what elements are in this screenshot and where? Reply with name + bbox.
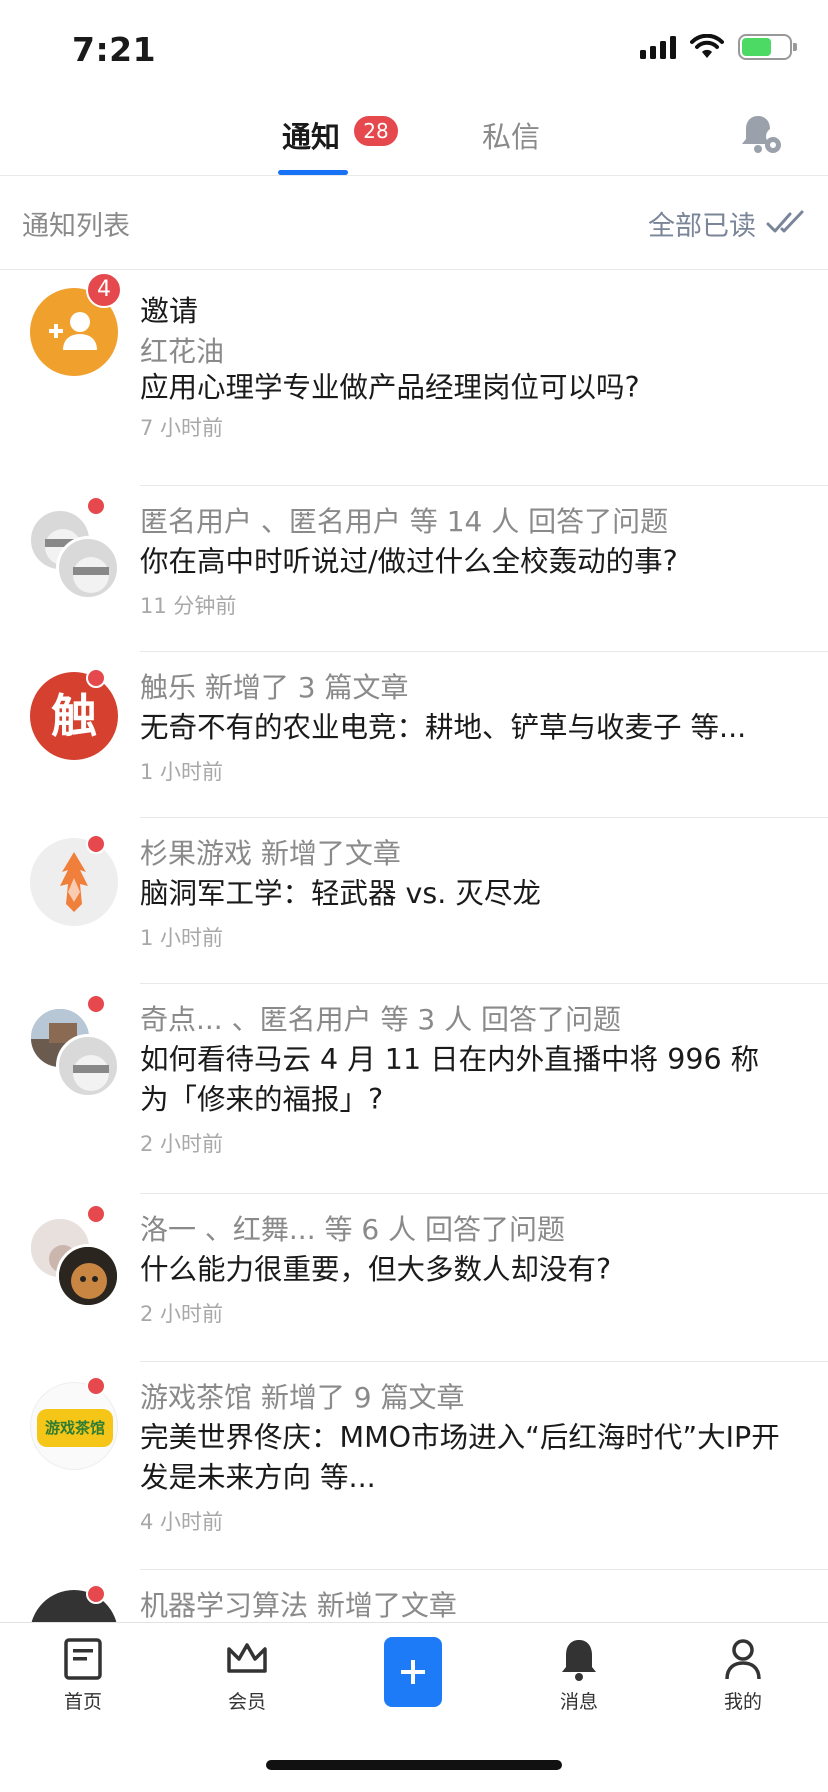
notification-head: 触乐 新增了 3 篇文章 — [140, 671, 409, 704]
list-title: 通知列表 — [22, 211, 130, 242]
notification-body: 你在高中时听说过/做过什么全校轰动的事? — [140, 545, 678, 578]
list-item[interactable]: 匿名用户 、匿名用户 等 14 人 回答了问题 你在高中时听说过/做过什么全校轰… — [0, 486, 828, 652]
game-teahouse-avatar: 游戏茶馆 — [30, 1382, 118, 1470]
user-profile-icon — [725, 1639, 761, 1680]
notification-head: 机器学习算法 新增了文章 — [140, 1589, 457, 1622]
plus-icon — [401, 1660, 425, 1684]
wifi-icon — [690, 34, 724, 58]
notification-list-header: 通知列表 全部已读 — [0, 176, 828, 270]
unread-dot — [86, 1204, 106, 1224]
tab-notifications[interactable]: 通知 — [282, 114, 340, 156]
unread-dot — [86, 668, 106, 688]
nav-messages-label: 消息 — [559, 1691, 598, 1713]
notification-body: 什么能力很重要，但大多数人却没有? — [140, 1253, 612, 1286]
status-time: 7:21 — [72, 30, 157, 69]
notification-body: 脑洞军工学：轻武器 vs. 灭尽龙 — [140, 877, 541, 910]
notification-head: 杉果游戏 新增了文章 — [140, 837, 401, 870]
unread-dot — [86, 1376, 106, 1396]
list-item[interactable]: 奇点... 、匿名用户 等 3 人 回答了问题 如何看待马云 4 月 11 日在… — [0, 984, 828, 1194]
notification-time: 1 小时前 — [140, 760, 224, 784]
tab-private-messages[interactable]: 私信 — [482, 114, 540, 156]
nav-me[interactable]: 我的 — [698, 1637, 788, 1714]
notification-time: 2 小时前 — [140, 1132, 224, 1156]
nav-home-label: 首页 — [63, 1691, 102, 1713]
home-doc-icon — [64, 1638, 102, 1680]
flame-logo-icon — [60, 852, 88, 912]
list-item[interactable]: 杉果游戏 新增了文章 脑洞军工学：轻武器 vs. 灭尽龙 1 小时前 — [0, 818, 828, 984]
anonymous-avatar — [56, 1034, 120, 1098]
notification-body: 完美世界佟庆：MMO市场进入“后红海时代”大IP开发是未来方向 等... — [140, 1421, 780, 1494]
nav-messages[interactable]: 消息 — [534, 1637, 624, 1714]
notification-head: 匿名用户 、匿名用户 等 14 人 回答了问题 — [140, 505, 669, 538]
mark-all-read-button[interactable]: 全部已读 — [648, 204, 756, 243]
anonymous-avatar — [56, 536, 120, 600]
status-bar: 7:21 — [0, 0, 828, 96]
notification-settings-icon[interactable] — [738, 112, 784, 158]
cellular-signal-icon — [640, 35, 676, 59]
sonkwo-avatar — [30, 838, 118, 926]
notification-body: 无奇不有的农业电竞：耕地、铲草与收麦子 等... — [140, 711, 747, 744]
notification-time: 1 小时前 — [140, 926, 224, 950]
nav-home[interactable]: 首页 — [38, 1637, 128, 1714]
notification-time: 2 小时前 — [140, 1302, 224, 1326]
bell-icon — [562, 1640, 596, 1681]
notification-time: 4 小时前 — [140, 1510, 224, 1534]
list-item[interactable]: 游戏茶馆 游戏茶馆 新增了 9 篇文章 完美世界佟庆：MMO市场进入“后红海时代… — [0, 1362, 828, 1570]
home-indicator — [266, 1760, 562, 1770]
top-tabs: 通知 28 私信 — [0, 96, 828, 176]
notification-head: 游戏茶馆 新增了 9 篇文章 — [140, 1381, 465, 1414]
divider-row — [0, 270, 828, 486]
double-check-icon[interactable] — [766, 208, 806, 236]
notification-head: 洛一 、红舞... 等 6 人 回答了问题 — [140, 1213, 566, 1246]
active-tab-indicator — [278, 170, 348, 175]
list-item[interactable]: 机器学习算法 新增了文章 — [0, 1570, 828, 1622]
nav-me-label: 我的 — [723, 1691, 762, 1713]
crown-icon — [227, 1643, 267, 1673]
create-post-button[interactable] — [384, 1637, 442, 1707]
list-item[interactable]: 触 触乐 新增了 3 篇文章 无奇不有的农业电竞：耕地、铲草与收麦子 等... … — [0, 652, 828, 818]
notification-count-badge: 28 — [354, 116, 398, 146]
avatar-group — [28, 1006, 124, 1102]
unread-dot — [86, 1584, 106, 1604]
teahouse-logo-text: 游戏茶馆 — [45, 1419, 105, 1437]
avatar-group — [28, 1216, 124, 1312]
status-icons — [640, 34, 797, 60]
battery-icon — [738, 34, 797, 60]
list-item[interactable]: 洛一 、红舞... 等 6 人 回答了问题 什么能力很重要，但大多数人却没有? … — [0, 1194, 828, 1362]
notification-head: 奇点... 、匿名用户 等 3 人 回答了问题 — [140, 1003, 622, 1036]
unread-dot — [86, 994, 106, 1014]
avatar-group — [28, 508, 124, 604]
unread-dot — [86, 496, 106, 516]
nav-vip-label: 会员 — [227, 1691, 266, 1713]
cat-photo-avatar — [56, 1244, 120, 1308]
notification-body: 如何看待马云 4 月 11 日在内外直播中将 996 称为「修来的福报」? — [140, 1043, 760, 1116]
notification-list: 4 邀请 红花油 应用心理学专业做产品经理岗位可以吗? 7 小时前 匿名用户 、… — [0, 270, 828, 1622]
chule-avatar: 触 — [30, 672, 118, 760]
notification-time: 11 分钟前 — [140, 594, 237, 618]
unread-dot — [86, 834, 106, 854]
nav-vip[interactable]: 会员 — [202, 1637, 292, 1714]
